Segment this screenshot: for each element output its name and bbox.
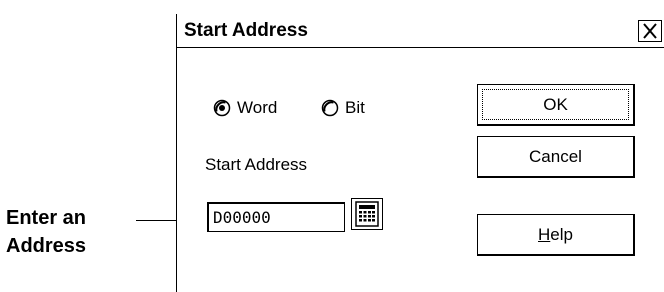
focus-ring xyxy=(482,89,629,120)
dialog-title: Start Address xyxy=(184,20,308,41)
radio-word[interactable]: Word xyxy=(213,96,277,120)
cancel-button[interactable]: Cancel xyxy=(477,136,635,178)
close-button[interactable] xyxy=(638,20,662,42)
title-bar: Start Address xyxy=(177,14,664,48)
help-button-label: Help xyxy=(538,225,573,245)
start-address-dialog: Start Address Word Bit Start Address D00… xyxy=(176,14,664,292)
callout-line2: Address xyxy=(6,235,87,257)
cancel-button-label: Cancel xyxy=(529,146,582,166)
address-input[interactable] xyxy=(211,206,343,228)
start-address-label: Start Address xyxy=(205,155,308,174)
help-hotkey: H xyxy=(538,224,551,244)
radio-word-label: Word xyxy=(237,98,278,117)
address-input-frame xyxy=(207,202,345,232)
ok-button[interactable]: OK xyxy=(477,84,635,126)
radio-unselected-icon xyxy=(321,99,339,117)
callout-label: Enter an Address xyxy=(6,204,86,260)
close-icon xyxy=(643,23,657,39)
help-button[interactable]: Help xyxy=(477,214,635,256)
keypad-button[interactable] xyxy=(351,198,383,230)
callout-line1: Enter an xyxy=(6,207,87,229)
radio-bit-label: Bit xyxy=(345,98,365,117)
help-label-rest: elp xyxy=(550,224,573,244)
keypad-icon xyxy=(355,201,379,227)
radio-bit[interactable]: Bit xyxy=(321,96,365,120)
radio-selected-icon xyxy=(213,99,231,117)
